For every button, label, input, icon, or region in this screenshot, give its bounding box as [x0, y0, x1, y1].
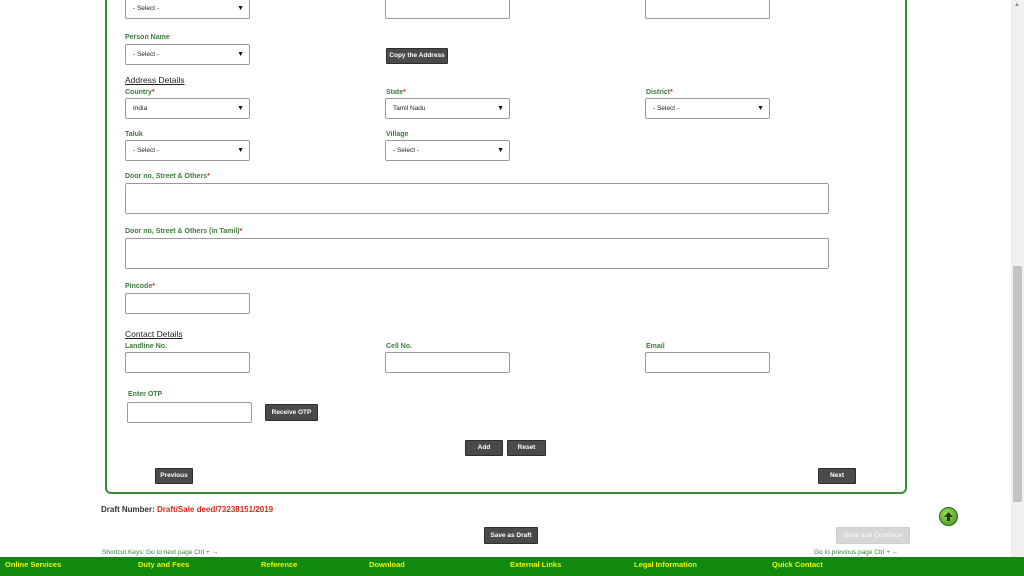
save-and-continue-button[interactable]: Save and Continue: [836, 527, 910, 544]
chevron-down-icon: ▼: [497, 147, 504, 154]
required-marker: *: [239, 228, 243, 235]
copy-address-button[interactable]: Copy the Address: [386, 48, 448, 64]
email-input[interactable]: [645, 352, 770, 373]
country-label: Country*: [125, 89, 155, 96]
scrollbar-thumb[interactable]: [1013, 266, 1022, 502]
draft-number: Draft Number: Draft/Sale deed/73238151/2…: [101, 505, 273, 514]
country-label-text: Country: [125, 89, 152, 96]
required-marker: *: [207, 173, 210, 180]
top-middle-input[interactable]: [385, 0, 510, 19]
scroll-up-icon[interactable]: ▲: [1014, 2, 1020, 8]
person-name-label: Person Name: [125, 34, 170, 41]
landline-label: Landline No.: [125, 343, 167, 350]
otp-label: Enter OTP: [128, 391, 163, 398]
taluk-select-value: - Select -: [133, 147, 160, 154]
district-select-value: - Select -: [653, 105, 680, 112]
village-select-value: - Select -: [393, 147, 420, 154]
door-street-tamil-label: Door no, Street & Others (in Tamil)*: [125, 228, 242, 235]
required-marker: *: [152, 283, 155, 290]
footer-nav: Online Services Duty and Fees Reference …: [0, 557, 1024, 576]
arrow-up-icon: [944, 512, 953, 521]
country-select-value: India: [133, 105, 148, 112]
door-street-label-text: Door no, Street & Others: [125, 173, 208, 180]
state-label: State*: [386, 89, 406, 96]
save-as-draft-button[interactable]: Save as Draft: [484, 527, 538, 544]
shortcut-prev-hint: Go to previous page Ctrl + ←: [814, 549, 899, 556]
previous-button[interactable]: Previous: [155, 468, 193, 484]
district-select[interactable]: - Select - ▼: [645, 98, 770, 119]
chevron-down-icon: ▼: [237, 147, 244, 154]
email-label: Email: [646, 343, 665, 350]
top-select[interactable]: - Select - ▼: [125, 0, 250, 19]
shortcut-next-hint: Shortcut Keys: Go to next page Ctrl + →: [102, 549, 219, 556]
page: - Select - ▼ Person Name - Select - ▼ Co…: [0, 0, 1024, 576]
cell-input[interactable]: [385, 352, 510, 373]
contact-details-heading: Contact Details: [125, 329, 183, 339]
required-marker: *: [670, 89, 673, 96]
footer-reference[interactable]: Reference: [261, 560, 297, 569]
address-details-heading: Address Details: [125, 75, 185, 85]
village-label: Village: [386, 131, 409, 138]
person-name-select-value: - Select -: [133, 51, 160, 58]
required-marker: *: [403, 89, 406, 96]
taluk-label: Taluk: [125, 131, 143, 138]
chevron-down-icon: ▼: [497, 105, 504, 112]
state-select-value: Tamil Nadu: [393, 105, 426, 112]
next-button[interactable]: Next: [818, 468, 856, 484]
receive-otp-button[interactable]: Receive OTP: [265, 404, 318, 421]
footer-legal-information[interactable]: Legal Information: [634, 560, 697, 569]
taluk-select[interactable]: - Select - ▼: [125, 140, 250, 161]
door-street-textarea[interactable]: [125, 183, 829, 214]
door-street-label: Door no, Street & Others*: [125, 173, 210, 180]
chevron-down-icon: ▼: [237, 5, 244, 12]
footer-download[interactable]: Download: [369, 560, 405, 569]
reset-button[interactable]: Reset: [507, 440, 546, 456]
chevron-down-icon: ▼: [237, 105, 244, 112]
draft-number-label: Draft Number:: [101, 505, 155, 514]
state-label-text: State: [386, 89, 404, 96]
door-street-tamil-label-text: Door no, Street & Others (in Tamil): [125, 228, 240, 235]
chevron-down-icon: ▼: [237, 51, 244, 58]
otp-input[interactable]: [127, 402, 252, 423]
pincode-input[interactable]: [125, 293, 250, 314]
pincode-label-text: Pincode: [125, 283, 153, 290]
state-select[interactable]: Tamil Nadu ▼: [385, 98, 510, 119]
top-right-input[interactable]: [645, 0, 770, 19]
add-button[interactable]: Add: [465, 440, 503, 456]
door-street-tamil-textarea[interactable]: [125, 238, 829, 269]
required-marker: *: [151, 89, 155, 96]
top-select-value: - Select -: [133, 5, 160, 12]
footer-quick-contact[interactable]: Quick Contact: [772, 560, 823, 569]
district-label-text: District: [646, 89, 671, 96]
draft-number-value: Draft/Sale deed/73238151/2019: [157, 505, 274, 514]
vertical-scrollbar[interactable]: ▲: [1011, 0, 1024, 557]
footer-online-services[interactable]: Online Services: [5, 560, 61, 569]
pincode-label: Pincode*: [125, 283, 155, 290]
footer-external-links[interactable]: External Links: [510, 560, 561, 569]
village-select[interactable]: - Select - ▼: [385, 140, 510, 161]
landline-input[interactable]: [125, 352, 250, 373]
footer-duty-and-fees[interactable]: Duty and Fees: [138, 560, 189, 569]
cell-label: Cell No.: [386, 343, 413, 350]
district-label: District*: [646, 89, 673, 96]
back-to-top-button[interactable]: [939, 507, 958, 526]
person-name-select[interactable]: - Select - ▼: [125, 44, 250, 65]
chevron-down-icon: ▼: [757, 105, 764, 112]
country-select[interactable]: India ▼: [125, 98, 250, 119]
